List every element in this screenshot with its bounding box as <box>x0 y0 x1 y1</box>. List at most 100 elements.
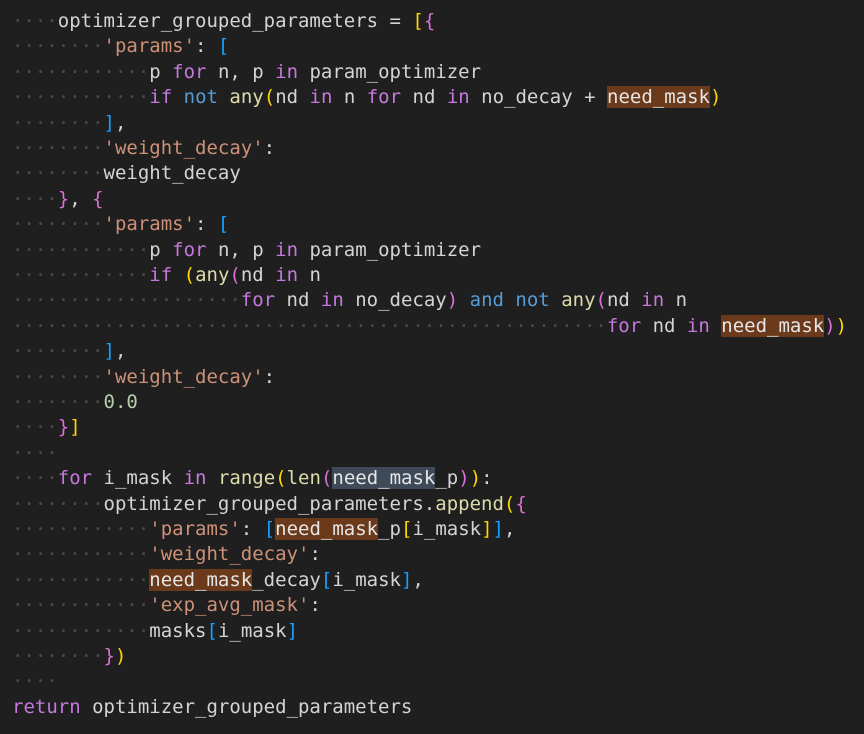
code-token: 0.0 <box>103 391 138 413</box>
indent-whitespace: ············ <box>12 619 150 642</box>
indent-whitespace: ········ <box>12 162 104 185</box>
code-token: ( <box>320 467 333 490</box>
indent-whitespace: ···· <box>12 467 58 490</box>
code-token: in <box>446 86 470 109</box>
code-line-17[interactable]: ····}] <box>12 415 81 440</box>
code-token: any <box>195 264 230 286</box>
code-token: in <box>183 467 207 490</box>
code-line-7[interactable]: ········weight_decay <box>12 161 241 186</box>
code-line-27[interactable]: ···· <box>12 669 58 694</box>
code-token: [ <box>263 518 276 540</box>
indent-whitespace: ········ <box>12 111 104 134</box>
code-token: for <box>172 238 207 261</box>
code-token: ( <box>503 492 516 515</box>
code-token: ] <box>481 518 493 540</box>
code-token: i_mask <box>412 518 482 540</box>
code-token: ] <box>103 111 115 134</box>
code-token: for <box>240 289 276 312</box>
code-line-9[interactable]: ········'params': [ <box>12 212 229 237</box>
code-line-2[interactable]: ········'params': [ <box>12 34 229 59</box>
code-line-1[interactable]: ····optimizer_grouped_parameters = [{ <box>12 9 435 34</box>
code-token: nd <box>641 314 687 337</box>
indent-whitespace: ···· <box>12 441 58 464</box>
code-line-24[interactable]: ············'exp_avg_mask': <box>12 593 321 618</box>
code-token: i_mask <box>217 619 287 642</box>
code-line-8[interactable]: ····}, { <box>12 187 104 212</box>
code-token: param_optimizer <box>298 238 482 261</box>
indent-whitespace: ········································… <box>12 314 607 337</box>
code-token: nd <box>275 86 310 109</box>
code-token: , <box>503 518 516 540</box>
code-token: param_optimizer <box>298 60 482 83</box>
code-token: } <box>103 645 115 667</box>
code-line-22[interactable]: ············'weight_decay': <box>12 542 321 567</box>
code-token: 'weight_decay' <box>103 365 264 388</box>
indent-whitespace: ············ <box>12 238 150 261</box>
code-token: in <box>275 264 299 286</box>
code-line-11[interactable]: ············if (any(nd in n <box>12 263 321 288</box>
code-line-5[interactable]: ········], <box>12 111 126 136</box>
code-line-13[interactable]: ········································… <box>12 314 847 339</box>
code-token: , <box>69 187 93 210</box>
code-token: len <box>286 467 321 490</box>
indent-whitespace: ············ <box>12 594 150 617</box>
code-line-18[interactable]: ···· <box>12 441 58 466</box>
code-token: : <box>481 467 493 490</box>
code-token: 'params' <box>103 213 196 236</box>
code-token: need_mask <box>721 314 825 337</box>
code-line-4[interactable]: ············if not any(nd in n for nd in… <box>12 85 721 110</box>
code-line-10[interactable]: ············p for n, p in param_optimize… <box>12 238 481 263</box>
code-token: nd <box>240 264 276 286</box>
code-line-3[interactable]: ············p for n, p in param_optimize… <box>12 60 481 85</box>
code-token: optimizer_grouped_parameters <box>80 695 413 718</box>
code-line-26[interactable]: ········}) <box>12 644 126 669</box>
code-token: 'weight_decay' <box>149 543 310 566</box>
code-line-20[interactable]: ········optimizer_grouped_parameters.app… <box>12 492 527 517</box>
code-line-6[interactable]: ········'weight_decay': <box>12 136 275 161</box>
code-line-28[interactable]: return optimizer_grouped_parameters <box>12 695 412 720</box>
code-token: for <box>57 467 93 490</box>
code-token: in <box>686 314 710 337</box>
code-line-12[interactable]: ····················for nd in no_decay) … <box>12 288 687 313</box>
code-line-23[interactable]: ············need_mask_decay[i_mask], <box>12 568 424 593</box>
code-token: , <box>114 340 127 363</box>
code-token: need_mask <box>149 568 253 591</box>
indent-whitespace: ········ <box>12 365 104 388</box>
code-line-16[interactable]: ········0.0 <box>12 390 138 415</box>
indent-whitespace: ············ <box>12 543 150 566</box>
code-token: ) <box>709 86 722 109</box>
code-line-25[interactable]: ············masks[i_mask] <box>12 619 298 644</box>
code-token: : <box>263 365 276 388</box>
code-token: { <box>515 492 527 515</box>
code-token: need_mask <box>607 86 710 109</box>
code-token: nd <box>606 289 642 312</box>
code-token: : <box>263 137 276 159</box>
code-token: optimizer_grouped_parameters <box>57 10 379 32</box>
code-line-14[interactable]: ········], <box>12 339 126 364</box>
code-line-21[interactable]: ············'params': [need_mask_p[i_mas… <box>12 517 515 542</box>
code-token: ( <box>183 264 196 286</box>
code-token: [ <box>217 35 230 58</box>
code-token: ) <box>458 467 470 490</box>
code-editor[interactable]: ····optimizer_grouped_parameters = [{···… <box>0 0 864 734</box>
code-token: not <box>183 86 218 109</box>
code-token: } <box>57 187 70 210</box>
code-token: and <box>469 289 504 312</box>
code-line-15[interactable]: ········'weight_decay': <box>12 365 275 390</box>
indent-whitespace: ···· <box>12 670 58 693</box>
code-token: ( <box>275 467 287 490</box>
code-token: not <box>515 289 550 312</box>
code-token: ) <box>469 467 482 490</box>
code-token: 'params' <box>149 518 241 540</box>
code-token: [ <box>320 568 333 591</box>
code-token: , <box>412 568 424 591</box>
code-token: : <box>195 213 218 236</box>
code-line-19[interactable]: ····for i_mask in range(len(need_mask_p)… <box>12 466 493 491</box>
code-token: in <box>275 238 299 261</box>
indent-whitespace: ············ <box>12 86 150 109</box>
code-token: no_decay <box>343 289 447 312</box>
code-token: [ <box>400 518 413 540</box>
indent-whitespace: ········ <box>12 213 104 236</box>
